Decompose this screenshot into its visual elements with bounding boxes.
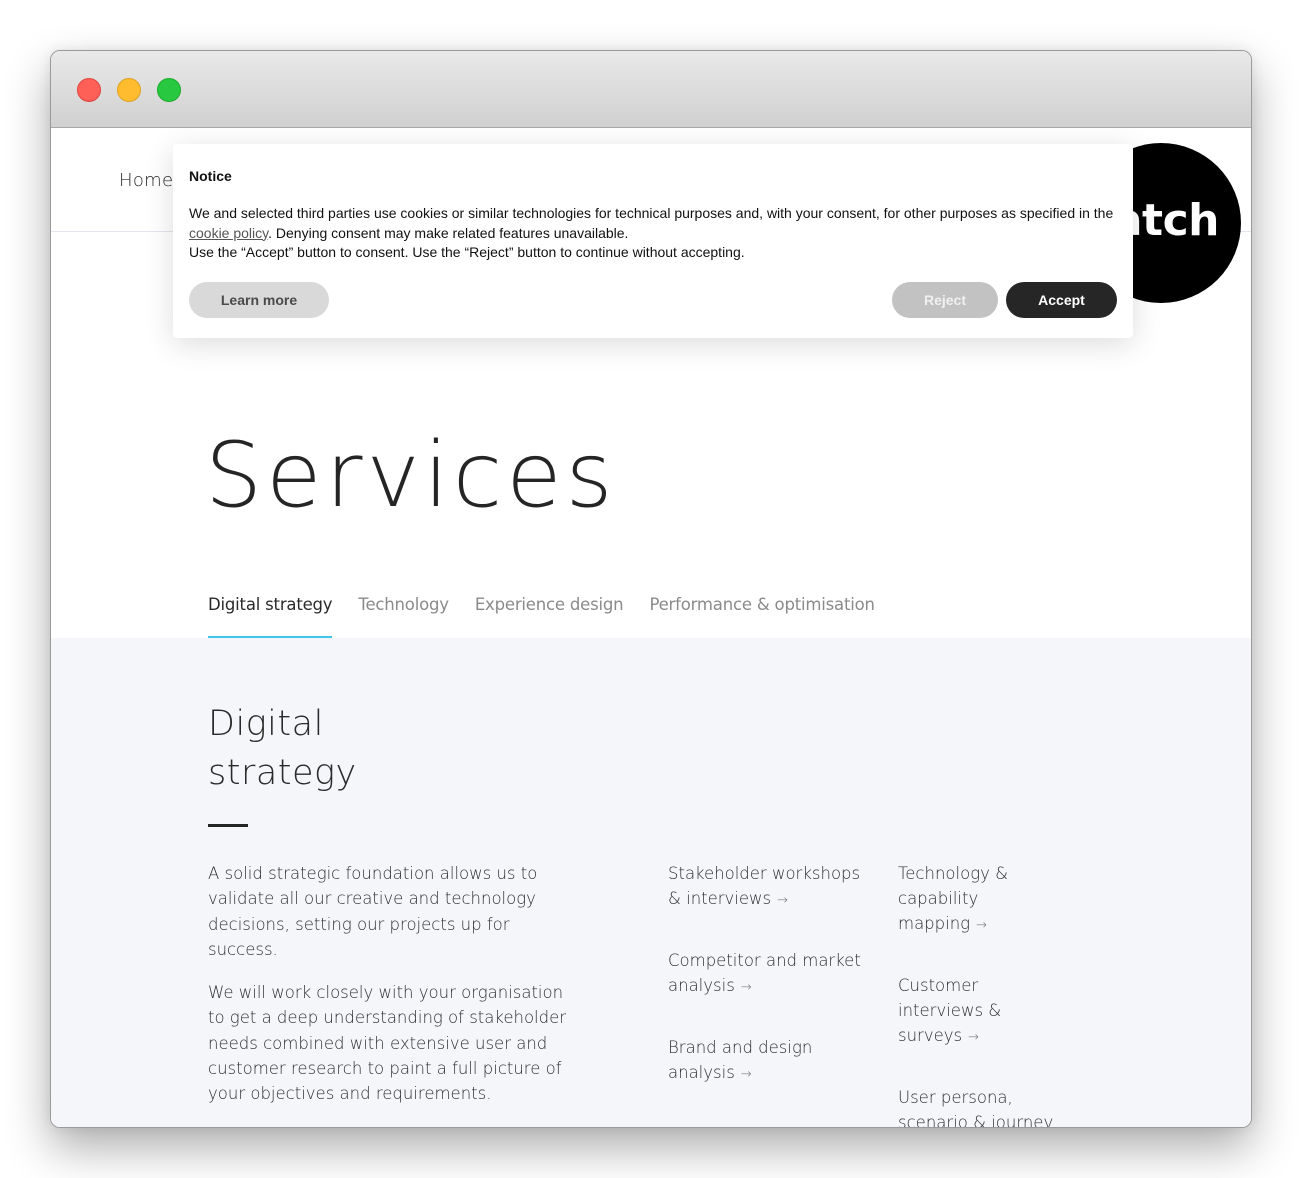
tab-digital-strategy[interactable]: Digital strategy (208, 595, 333, 639)
tab-performance-optimisation[interactable]: Performance & optimisation (649, 595, 875, 638)
service-link-brand-design-analysis[interactable]: Brand and design analysis → (668, 1035, 868, 1087)
section-divider (208, 824, 248, 827)
reject-button[interactable]: Reject (892, 282, 998, 318)
browser-window: Home atch Services Digital strategy Tech… (50, 50, 1252, 1128)
close-window-button[interactable] (77, 78, 101, 102)
arrow-right-icon: → (740, 1067, 752, 1082)
services-list-col1: Stakeholder workshops & interviews → Comp… (668, 861, 868, 1122)
arrow-right-icon: → (777, 893, 789, 908)
cookie-body-text: We and selected third parties use cookie… (189, 205, 1114, 221)
maximize-window-button[interactable] (157, 78, 181, 102)
cookie-body-text: . Denying consent may make related featu… (268, 224, 629, 241)
service-label: Customer interviews & surveys (898, 976, 1002, 1045)
tab-experience-design[interactable]: Experience design (475, 595, 624, 638)
accept-button[interactable]: Accept (1006, 282, 1117, 318)
intro-paragraph: We will work closely with your organisat… (208, 983, 567, 1104)
service-link-competitor-analysis[interactable]: Competitor and market analysis → (668, 948, 868, 1000)
services-list-col2: Technology & capability mapping → Custome… (898, 861, 1068, 1128)
nav-home-link[interactable]: Home (119, 170, 173, 191)
cookie-notice-body: We and selected third parties use cookie… (189, 204, 1117, 263)
services-tabs: Digital strategy Technology Experience d… (208, 595, 875, 639)
minimize-window-button[interactable] (117, 78, 141, 102)
window-titlebar (51, 51, 1251, 128)
arrow-right-icon: → (740, 980, 752, 995)
cookie-notice-dialog: Notice We and selected third parties use… (173, 144, 1133, 338)
section-title: Digital strategy (208, 700, 357, 798)
section-intro: A solid strategic foundation allows us t… (208, 861, 568, 1125)
tab-technology[interactable]: Technology (358, 595, 449, 638)
service-label: Stakeholder workshops & interviews (668, 864, 861, 908)
service-label: Competitor and market analysis (668, 951, 861, 995)
section-title-line1: Digital (208, 704, 324, 744)
page-viewport: Home atch Services Digital strategy Tech… (51, 128, 1251, 1128)
service-link-customer-interviews[interactable]: Customer interviews & surveys → (898, 973, 1068, 1050)
service-link-user-persona[interactable]: User persona, scenario & journey (898, 1085, 1068, 1128)
service-link-stakeholder-workshops[interactable]: Stakeholder workshops & interviews → (668, 861, 868, 913)
digital-strategy-panel: Digital strategy A solid strategic found… (51, 638, 1251, 1128)
arrow-right-icon: → (968, 1030, 980, 1045)
service-label: User persona, scenario & journey (898, 1088, 1054, 1128)
service-link-technology-mapping[interactable]: Technology & capability mapping → (898, 861, 1068, 938)
cookie-notice-title: Notice (189, 168, 232, 184)
cookie-body-text: Use the “Accept” button to consent. Use … (189, 244, 745, 260)
page-title: Services (205, 423, 617, 528)
cookie-policy-link[interactable]: cookie policy (189, 225, 268, 241)
learn-more-button[interactable]: Learn more (189, 282, 329, 318)
section-title-line2: strategy (208, 753, 357, 793)
service-label: Technology & capability mapping (898, 864, 1008, 933)
arrow-right-icon: → (976, 918, 987, 933)
intro-paragraph: A solid strategic foundation allows us t… (208, 864, 538, 959)
